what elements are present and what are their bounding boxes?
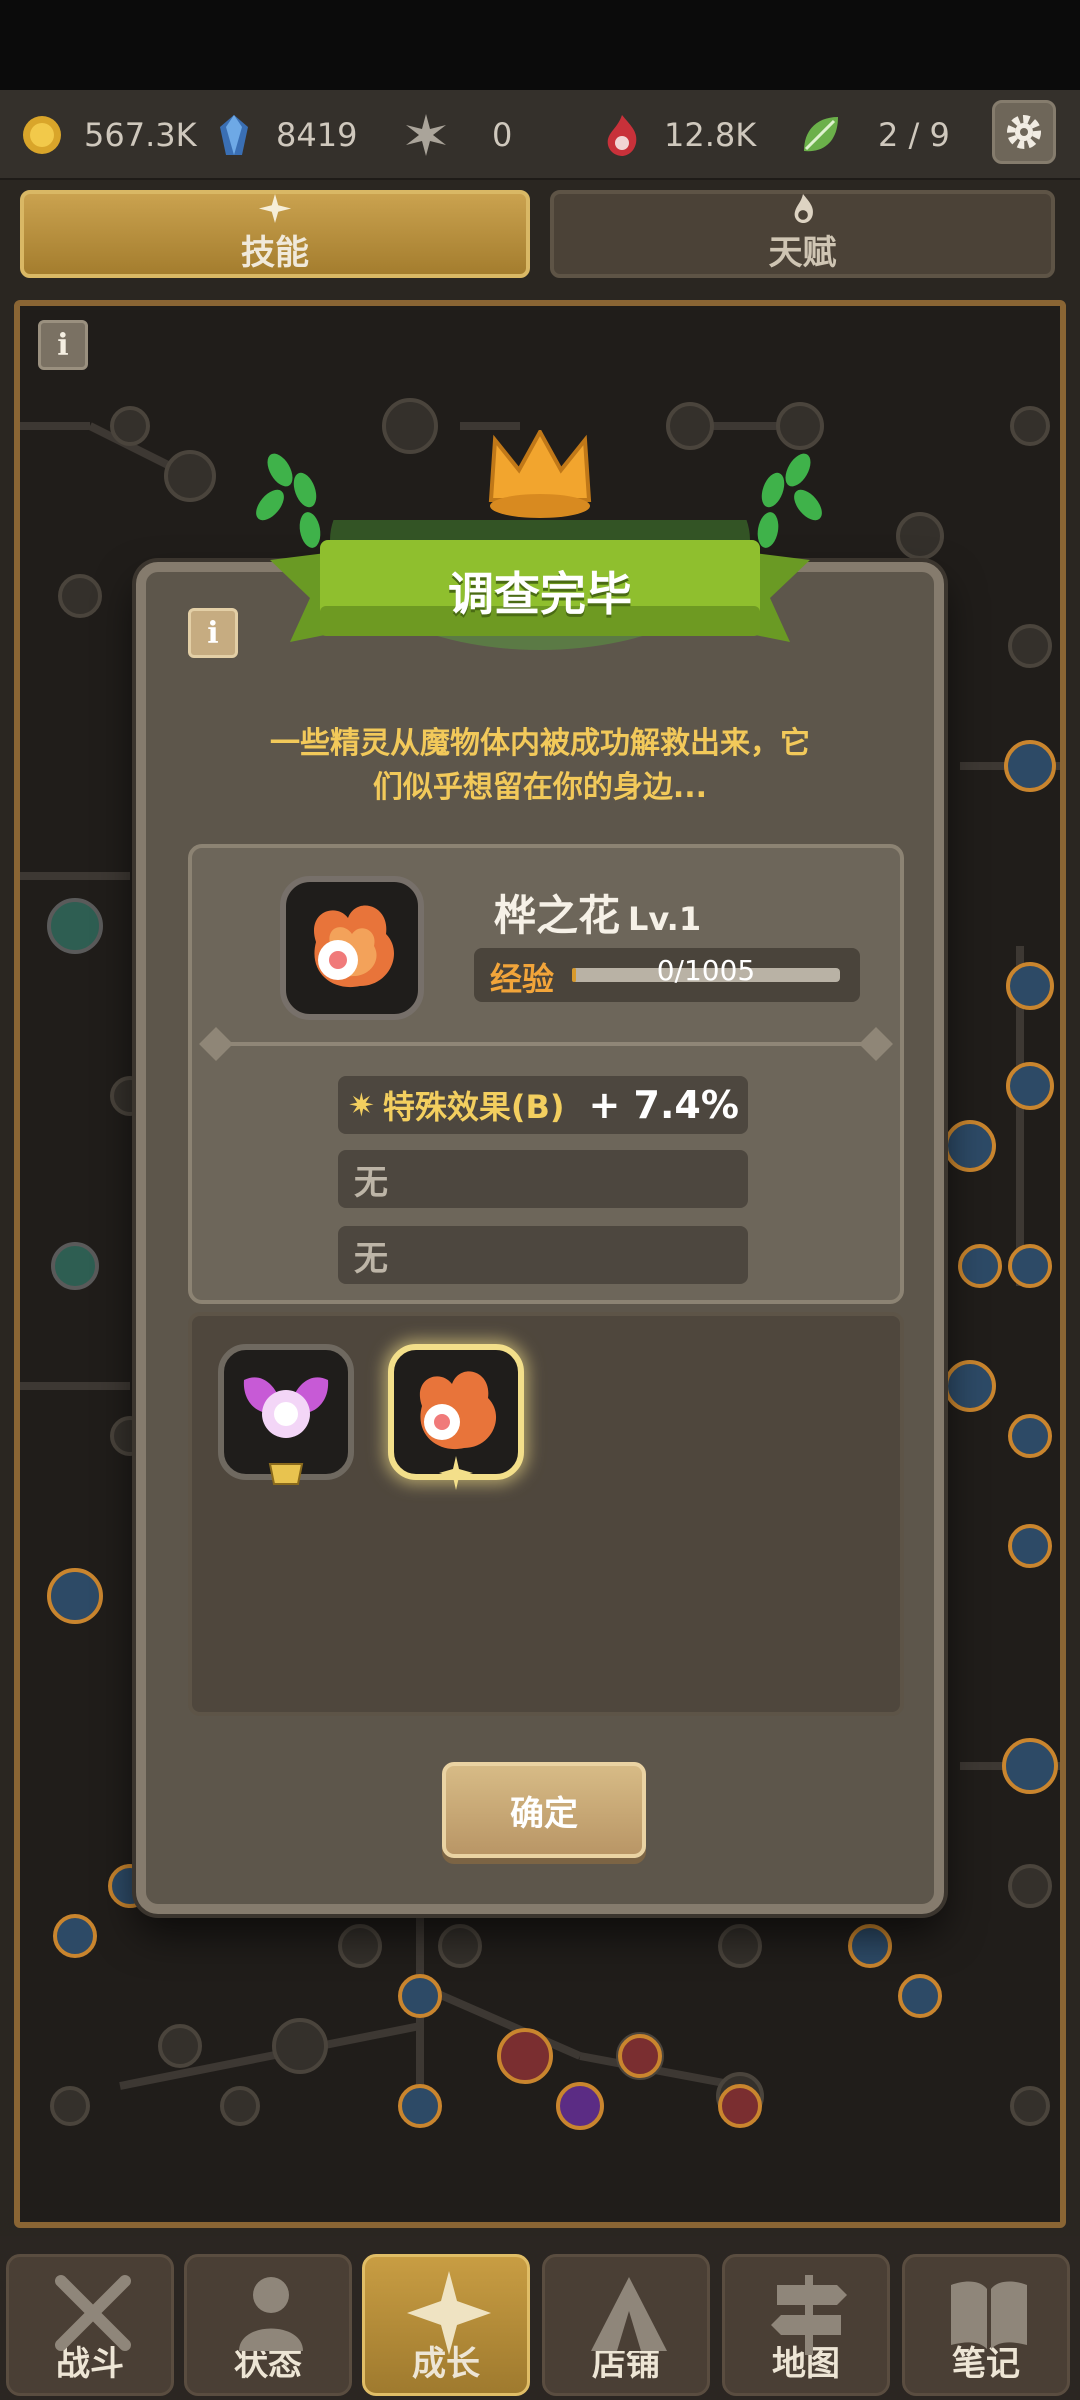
resource-gold: 567.3K xyxy=(20,90,197,180)
investigation-result-dialog: i 一些精灵从魔物体内被成功解救出来，它 们似乎想留在你的身边... 桦之花 Lv… xyxy=(136,562,944,1914)
gold-amount: 567.3K xyxy=(84,116,197,154)
pet-name: 桦之花 Lv.1 xyxy=(494,882,701,943)
description-line-2: 们似乎想留在你的身边... xyxy=(372,770,708,805)
star-amount: 0 xyxy=(492,116,513,154)
effect-value: + 7.4% xyxy=(588,1083,739,1127)
sparkle-icon: ✷ xyxy=(348,1086,375,1124)
dialog-info-button[interactable]: i xyxy=(188,608,238,658)
description-line-1: 一些精灵从魔物体内被成功解救出来，它 xyxy=(270,726,810,761)
armor-badge-icon xyxy=(268,1463,304,1485)
exp-value: 0/1005 xyxy=(656,954,756,987)
right-laurel-icon xyxy=(757,453,822,548)
effect-name: 特殊效果(B) xyxy=(382,1088,565,1126)
resource-star: 0 xyxy=(404,90,512,180)
card-divider xyxy=(216,1042,884,1046)
flame-amount: 12.8K xyxy=(664,116,757,154)
book-icon xyxy=(951,2281,1027,2349)
tab-row: 技能 天赋 xyxy=(0,180,1080,292)
nav-status[interactable]: 状态 xyxy=(184,2254,352,2396)
left-laurel-icon xyxy=(256,453,321,548)
dialog-title: 调查完毕 xyxy=(448,567,632,621)
crystal-amount: 8419 xyxy=(276,116,358,154)
flame-icon xyxy=(794,194,813,223)
sparkle-badge-icon xyxy=(439,1456,473,1490)
pet-name-text: 桦之花 xyxy=(494,891,621,940)
effect-row-empty-1: 无 xyxy=(338,1150,748,1208)
settings-button[interactable] xyxy=(992,100,1056,164)
crossed-swords-icon xyxy=(55,2275,131,2351)
pet-detail-card: 桦之花 Lv.1 经验 0/1005 ✷ 特殊效果(B) + 7.4% 无 无 xyxy=(188,844,904,1304)
leaf-progress: 2 / 9 xyxy=(878,116,950,154)
game-screen: 567.3K 8419 0 12.8K 2 / 9 技能 天赋 i i 一些精灵… xyxy=(0,0,1080,2400)
red-flame-icon xyxy=(607,115,637,156)
nav-growth[interactable]: 成长 xyxy=(362,2254,530,2396)
resource-bar: 567.3K 8419 0 12.8K 2 / 9 xyxy=(0,90,1080,180)
effect-row-special: ✷ 特殊效果(B) + 7.4% xyxy=(338,1076,748,1134)
gold-coin-icon xyxy=(23,116,61,154)
bottom-navigation: 战斗 状态 成长 店铺 地图 笔记 xyxy=(0,2236,1080,2400)
pink-fairy-icon xyxy=(243,1377,329,1438)
dialog-description: 一些精灵从魔物体内被成功解救出来，它 们似乎想留在你的身边... xyxy=(206,722,874,810)
nav-battle[interactable]: 战斗 xyxy=(6,2254,174,2396)
person-icon xyxy=(239,2277,303,2351)
divider-right-ornament xyxy=(859,1027,893,1061)
divider-left-ornament xyxy=(199,1027,233,1061)
gear-icon xyxy=(1007,115,1041,149)
exp-bar: 经验 0/1005 xyxy=(474,948,860,1002)
pet-portrait xyxy=(280,876,424,1020)
fire-spirit-icon xyxy=(313,905,394,988)
effect-none-text: 无 xyxy=(354,1162,388,1203)
resource-crystal: 8419 xyxy=(212,90,357,180)
system-status-bar xyxy=(0,0,1080,90)
green-leaf-icon xyxy=(804,117,838,152)
tab-talents-label: 天赋 xyxy=(768,233,837,273)
exp-label: 经验 xyxy=(490,960,555,998)
pet-level: Lv.1 xyxy=(628,900,702,938)
resource-flame: 12.8K xyxy=(600,90,756,180)
tab-skills-label: 技能 xyxy=(241,233,309,273)
nav-shop[interactable]: 店铺 xyxy=(542,2254,710,2396)
blue-crystal-icon xyxy=(220,115,248,155)
spirit-slot-pink-fairy[interactable] xyxy=(218,1344,354,1485)
effect-row-empty-2: 无 xyxy=(338,1226,748,1284)
confirm-button[interactable]: 确定 xyxy=(442,1762,646,1858)
sparkle-icon xyxy=(258,194,292,223)
spirit-collection-grid xyxy=(188,1312,904,1716)
crown-icon xyxy=(488,430,592,518)
resource-leaf: 2 / 9 xyxy=(798,90,950,180)
spirit-slot-fire-flower[interactable] xyxy=(388,1344,524,1490)
tab-skills[interactable]: 技能 xyxy=(20,190,530,278)
effect-none-text: 无 xyxy=(354,1238,388,1279)
nav-notes[interactable]: 笔记 xyxy=(902,2254,1070,2396)
tab-talents[interactable]: 天赋 xyxy=(550,190,1055,278)
nav-map[interactable]: 地图 xyxy=(722,2254,890,2396)
star-burst-icon xyxy=(406,114,446,156)
tent-icon xyxy=(591,2277,667,2351)
star-icon xyxy=(407,2271,491,2355)
signpost-icon xyxy=(771,2275,847,2355)
